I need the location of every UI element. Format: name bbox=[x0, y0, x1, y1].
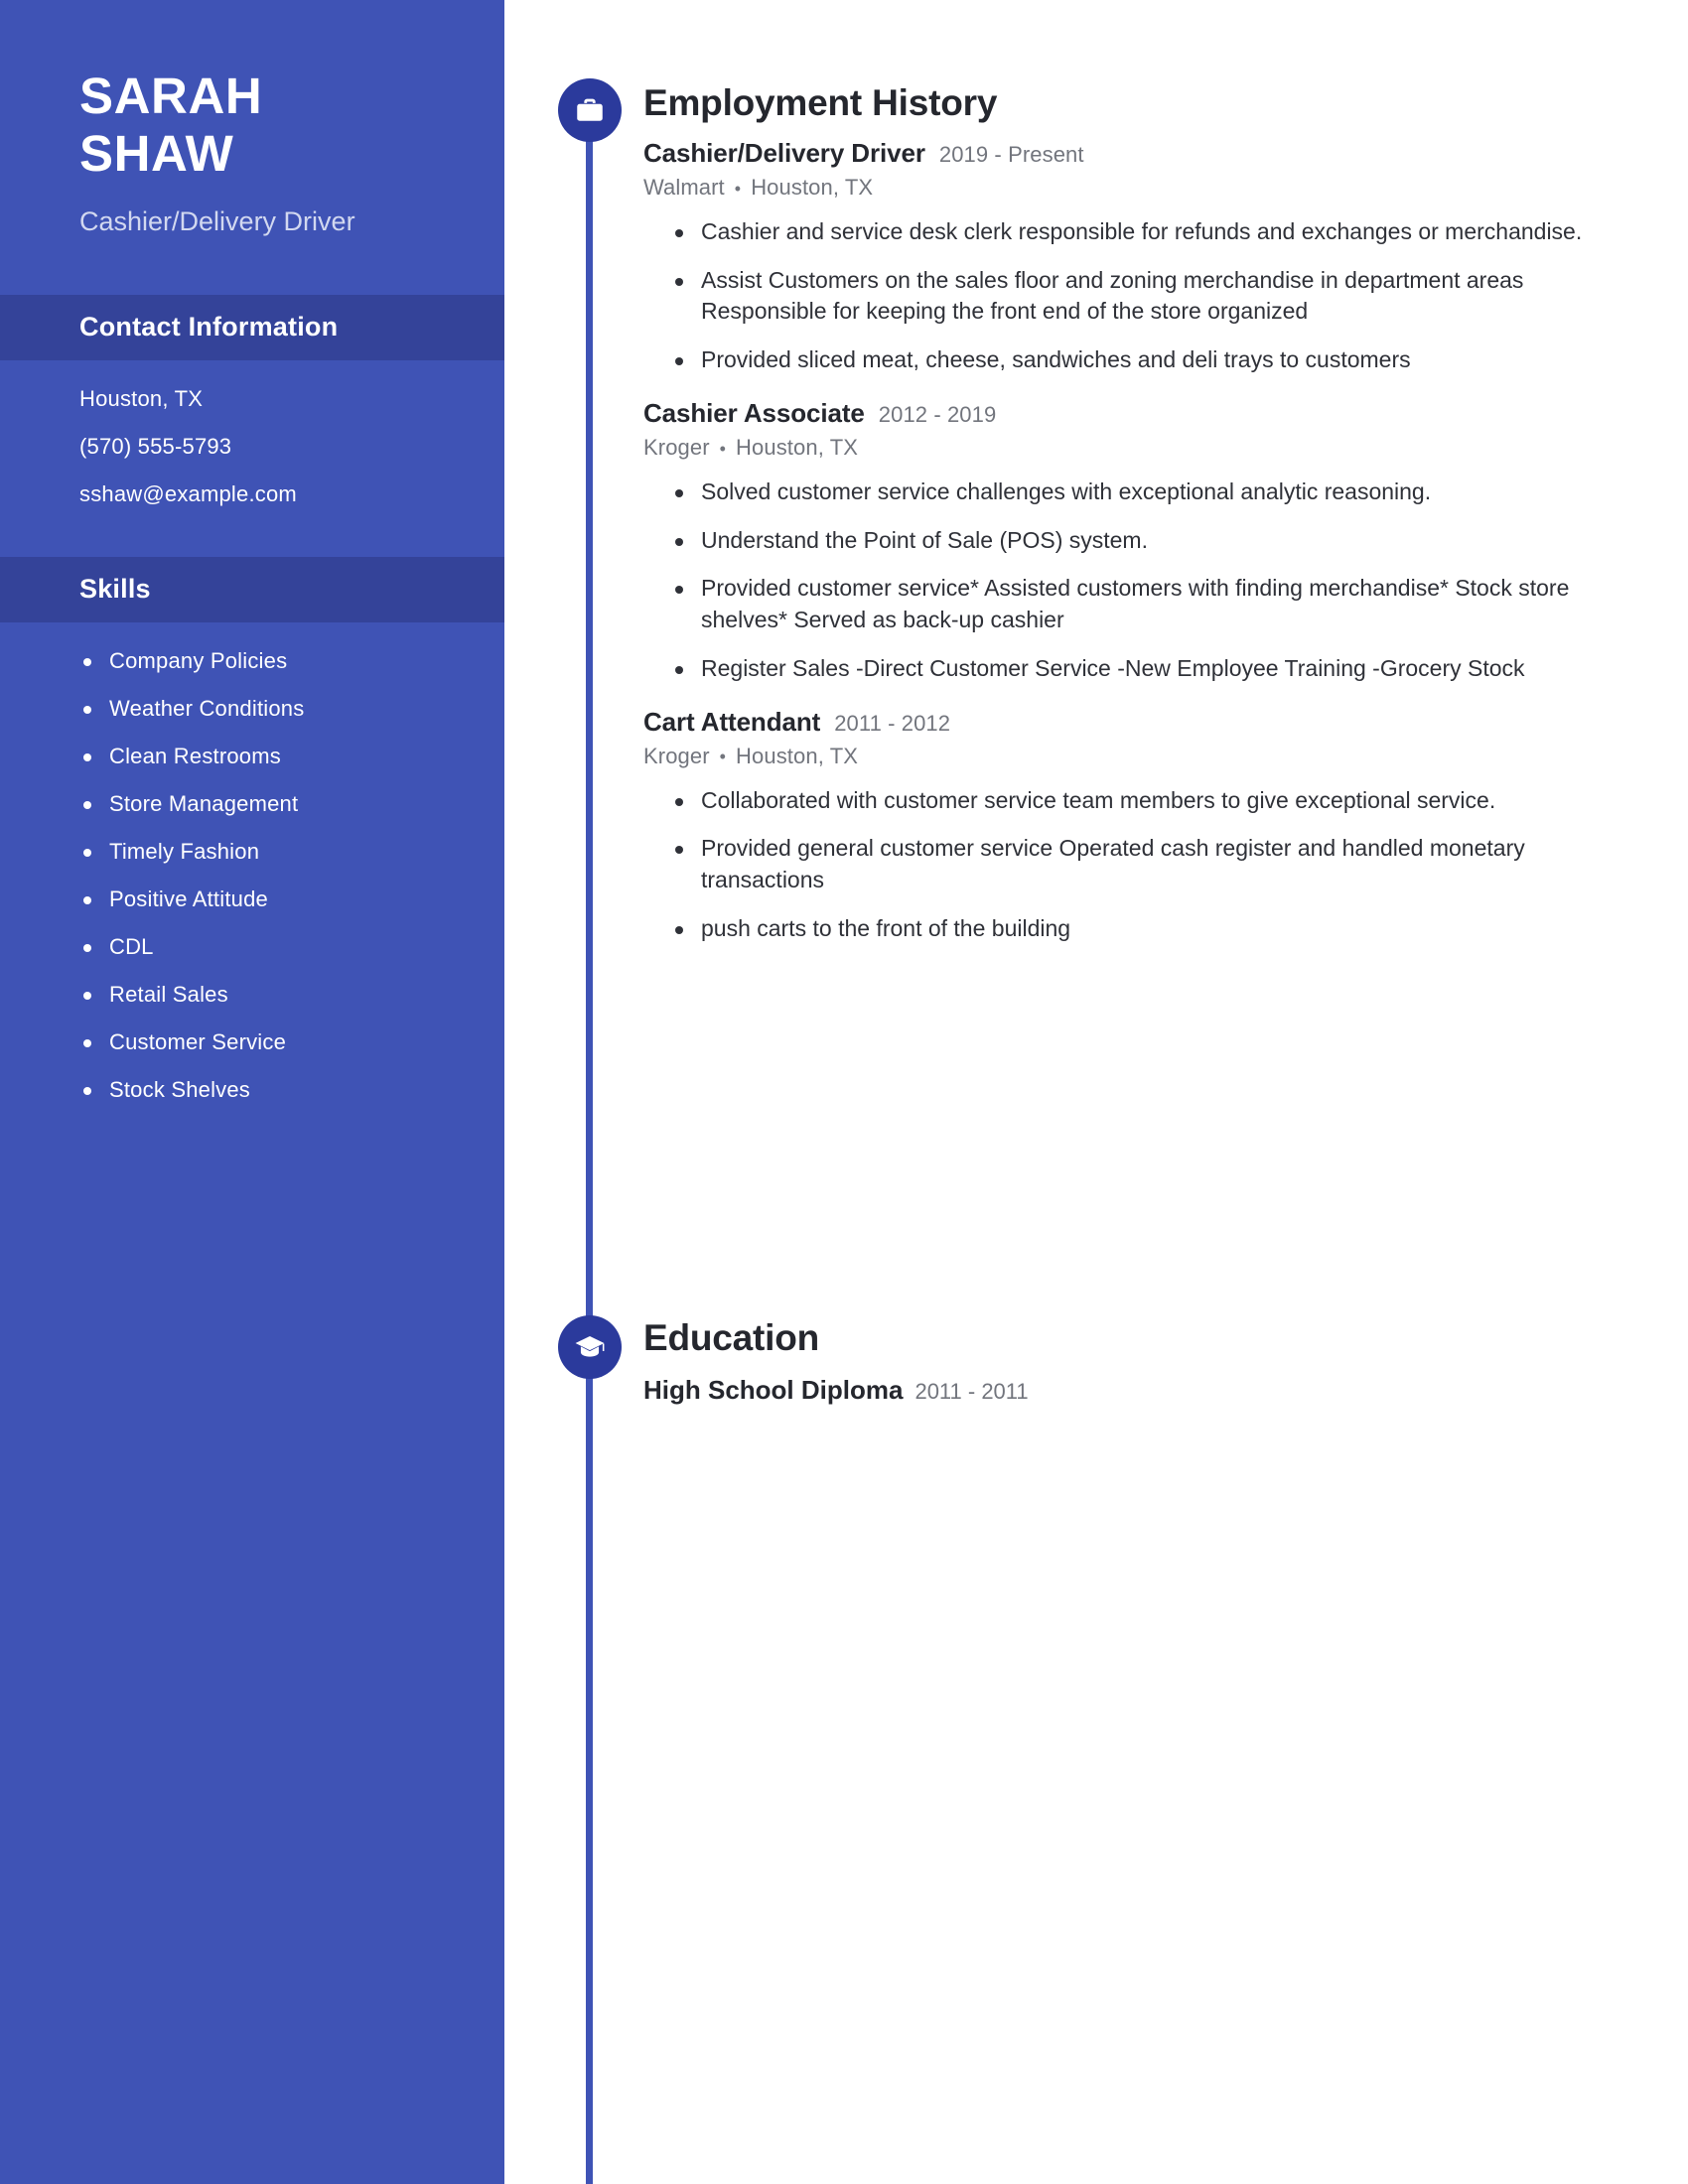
list-item: Provided customer service* Assisted cust… bbox=[669, 573, 1597, 635]
job-title: Cart Attendant bbox=[643, 706, 821, 737]
sidebar: SARAH SHAW Cashier/Delivery Driver Conta… bbox=[0, 0, 504, 2184]
skills-section-header: Skills bbox=[0, 556, 504, 622]
list-item: Provided general customer service Operat… bbox=[669, 833, 1597, 895]
education-degree: High School Diploma bbox=[643, 1375, 904, 1405]
resume-page: SARAH SHAW Cashier/Delivery Driver Conta… bbox=[0, 0, 1688, 2184]
meta-separator-icon: • bbox=[719, 747, 727, 767]
candidate-role: Cashier/Delivery Driver bbox=[79, 206, 355, 237]
list-item: Collaborated with customer service team … bbox=[669, 785, 1597, 817]
list-item: Provided sliced meat, cheese, sandwiches… bbox=[669, 344, 1597, 376]
list-item: Clean Restrooms bbox=[79, 745, 504, 767]
job-bullet-list: Collaborated with customer service team … bbox=[669, 785, 1597, 945]
job-location: Houston, TX bbox=[751, 175, 874, 200]
list-item: Company Policies bbox=[79, 649, 504, 672]
list-item: Assist Customers on the sales floor and … bbox=[669, 265, 1597, 328]
contact-email: sshaw@example.com bbox=[79, 480, 297, 506]
candidate-last-name: SHAW bbox=[79, 124, 234, 182]
timeline-rail bbox=[586, 89, 593, 2184]
education-entry-headline: High School Diploma 2011 - 2011 bbox=[643, 1375, 1597, 1406]
job-title: Cashier Associate bbox=[643, 397, 865, 428]
list-item: CDL bbox=[79, 935, 504, 958]
job-dates: 2011 - 2012 bbox=[834, 710, 951, 736]
list-item: Positive Attitude bbox=[79, 887, 504, 910]
job-dates: 2019 - Present bbox=[938, 142, 1084, 167]
meta-separator-icon: • bbox=[719, 438, 727, 459]
list-item: Register Sales -Direct Customer Service … bbox=[669, 653, 1597, 685]
employment-entry-headline: Cashier/Delivery Driver 2019 - Present bbox=[643, 138, 1597, 169]
job-company: Walmart bbox=[643, 175, 725, 200]
job-company: Kroger bbox=[643, 434, 710, 460]
list-item: Customer Service bbox=[79, 1030, 504, 1053]
contact-section-title: Contact Information bbox=[79, 312, 339, 341]
education-section: Education High School Diploma 2011 - 201… bbox=[643, 1317, 1597, 1406]
skills-list: Company Policies Weather Conditions Clea… bbox=[79, 649, 504, 1101]
job-bullet-list: Solved customer service challenges with … bbox=[669, 477, 1597, 685]
employment-entry: Cart Attendant 2011 - 2012 Kroger • Housto… bbox=[643, 707, 1597, 945]
employment-history-section: Employment History Cashier/Delivery Driv… bbox=[643, 82, 1597, 962]
identity-block: SARAH SHAW Cashier/Delivery Driver bbox=[0, 0, 504, 241]
education-section-title: Education bbox=[643, 1317, 820, 1358]
job-bullet-list: Cashier and service desk clerk responsib… bbox=[669, 216, 1597, 376]
list-item: Retail Sales bbox=[79, 983, 504, 1006]
education-dates: 2011 - 2011 bbox=[914, 1379, 1029, 1404]
job-meta: Kroger • Houston, TX bbox=[643, 744, 1597, 769]
job-location: Houston, TX bbox=[736, 434, 859, 460]
list-item: Timely Fashion bbox=[79, 840, 504, 863]
job-meta: Walmart • Houston, TX bbox=[643, 175, 1597, 201]
employment-section-title: Employment History bbox=[643, 82, 998, 123]
briefcase-icon bbox=[558, 78, 622, 142]
list-item: Weather Conditions bbox=[79, 697, 504, 720]
list-item: Solved customer service challenges with … bbox=[669, 477, 1597, 508]
candidate-name: SARAH SHAW bbox=[79, 68, 504, 182]
meta-separator-icon: • bbox=[734, 178, 742, 199]
list-item: push carts to the front of the building bbox=[669, 913, 1597, 945]
contact-section-header: Contact Information bbox=[0, 294, 504, 360]
list-item: Understand the Point of Sale (POS) syste… bbox=[669, 525, 1597, 557]
employment-entry: Cashier Associate 2012 - 2019 Kroger • Hou… bbox=[643, 398, 1597, 685]
list-item: Store Management bbox=[79, 792, 504, 815]
contact-location: Houston, TX bbox=[79, 385, 204, 411]
skills-section-body: Company Policies Weather Conditions Clea… bbox=[0, 622, 504, 1101]
employment-entry-headline: Cashier Associate 2012 - 2019 bbox=[643, 398, 1597, 429]
list-item: Stock Shelves bbox=[79, 1078, 504, 1101]
job-title: Cashier/Delivery Driver bbox=[643, 138, 925, 168]
contact-phone: (570) 555-5793 bbox=[79, 433, 232, 459]
contact-section-body: Houston, TX (570) 555-5793 sshaw@example… bbox=[0, 360, 504, 505]
candidate-first-name: SARAH bbox=[79, 68, 263, 124]
job-location: Houston, TX bbox=[736, 743, 859, 768]
skills-section-title: Skills bbox=[79, 574, 151, 604]
education-entry: High School Diploma 2011 - 2011 bbox=[643, 1375, 1597, 1406]
job-dates: 2012 - 2019 bbox=[878, 401, 997, 427]
list-item: Cashier and service desk clerk responsib… bbox=[669, 216, 1597, 248]
graduation-cap-icon bbox=[558, 1315, 622, 1379]
employment-entry: Cashier/Delivery Driver 2019 - Present W… bbox=[643, 138, 1597, 376]
job-meta: Kroger • Houston, TX bbox=[643, 435, 1597, 461]
employment-entry-headline: Cart Attendant 2011 - 2012 bbox=[643, 707, 1597, 738]
job-company: Kroger bbox=[643, 743, 710, 768]
